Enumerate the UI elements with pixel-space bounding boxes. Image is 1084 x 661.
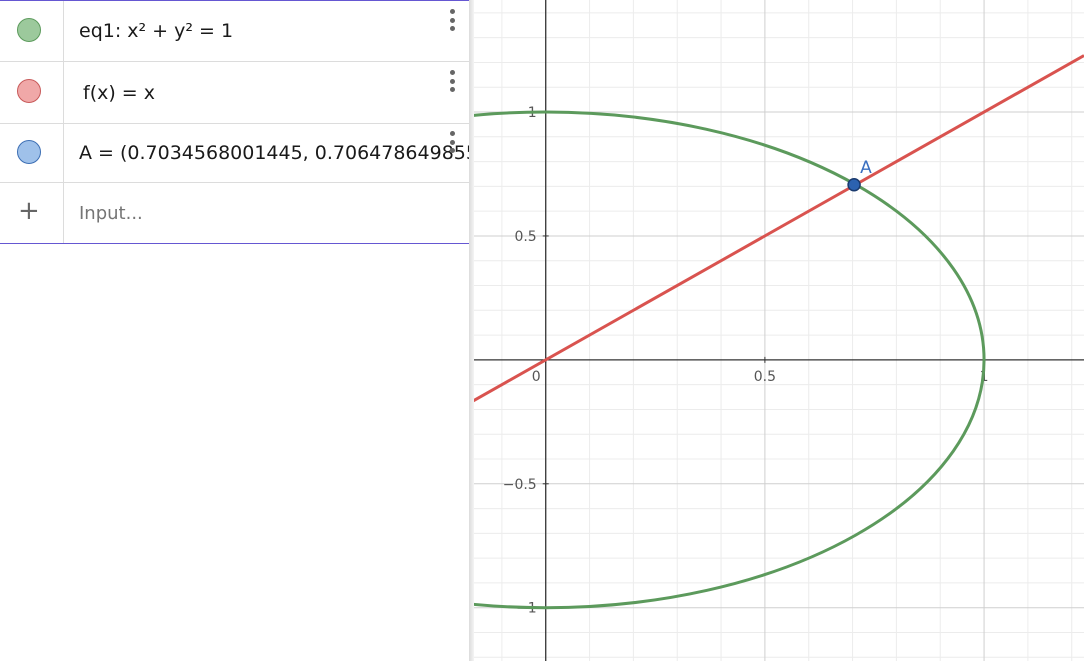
point-A[interactable] [847, 178, 861, 192]
expression-f[interactable]: f(x) = x [83, 62, 155, 123]
algebra-row-A[interactable]: A = (0.7034568001445, 0.7064786498555 [0, 124, 469, 183]
algebra-row-f[interactable]: f(x) = x [0, 62, 469, 124]
x-tick-label: 0 [532, 369, 541, 385]
add-column: + [0, 183, 64, 243]
marble-column [0, 62, 64, 123]
expression-eq1[interactable]: eq1: x² + y² = 1 [79, 1, 233, 61]
algebra-view: eq1: x² + y² = 1 f(x) = x A = (0.7034568… [0, 0, 469, 661]
x-tick-label: 0.5 [754, 369, 776, 385]
visibility-toggle-A[interactable] [17, 140, 41, 164]
expression-A[interactable]: A = (0.7034568001445, 0.7064786498555 [79, 124, 469, 182]
algebra-row-eq1[interactable]: eq1: x² + y² = 1 [0, 1, 469, 62]
visibility-toggle-f[interactable] [17, 79, 41, 103]
y-tick-label: −0.5 [503, 477, 537, 493]
algebra-input[interactable] [79, 183, 449, 243]
plus-icon[interactable]: + [18, 198, 40, 224]
more-menu-icon[interactable] [443, 68, 461, 94]
marble-column [0, 1, 64, 61]
marble-column [0, 124, 64, 182]
y-tick-label: 0.5 [514, 229, 536, 245]
panel-divider[interactable] [469, 0, 474, 661]
algebra-input-row[interactable]: + [0, 183, 469, 244]
point-label: A [860, 158, 872, 178]
more-menu-icon[interactable] [443, 129, 461, 155]
geogebra-app: −1−0.500.5110.5−0.5−1 eq1A eq1: x² + y² … [0, 0, 1084, 661]
visibility-toggle-eq1[interactable] [17, 18, 41, 42]
more-menu-icon[interactable] [443, 7, 461, 33]
